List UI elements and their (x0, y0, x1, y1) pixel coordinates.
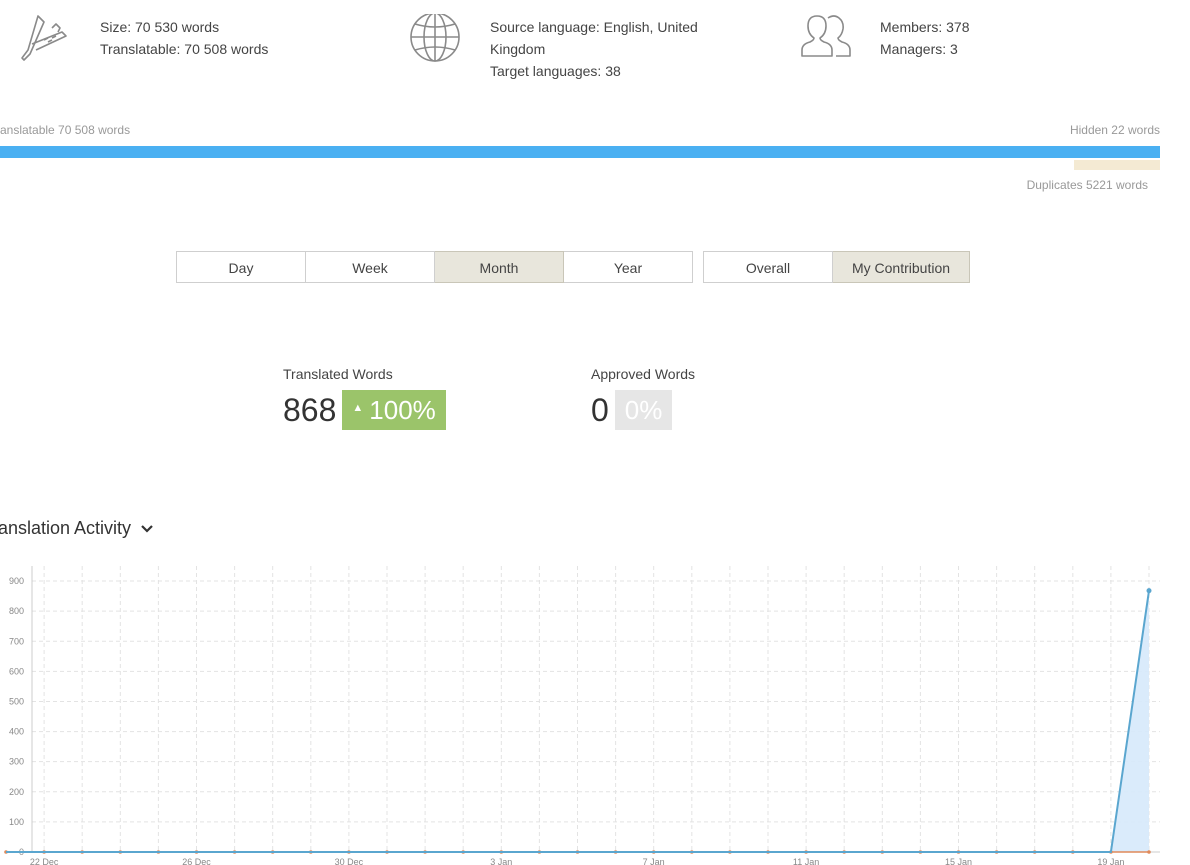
scope-my-contribution-button[interactable]: My Contribution (833, 251, 970, 283)
activity-title[interactable]: ranslation Activity (0, 518, 153, 539)
chart-xtick-label: 7 Jan (643, 857, 665, 865)
progress-track (0, 146, 1160, 158)
progress-fill (0, 146, 1160, 158)
period-toggle: Day Week Month Year (176, 251, 693, 283)
approved-words-value: 0 (591, 391, 609, 428)
period-week-button[interactable]: Week (306, 251, 435, 283)
translated-words-label: Translated Words (283, 366, 393, 382)
translated-change-badge: ▲ 100% (342, 390, 446, 430)
approved-words-metric: Approved Words 0 0% (591, 366, 695, 430)
translatable-label: ranslatable 70 508 words (0, 123, 131, 137)
translated-words-metric: Translated Words 868 ▲ 100% (283, 366, 446, 430)
chart-ytick-label: 800 (9, 606, 24, 616)
managers-count: Managers: 3 (880, 41, 958, 57)
translation-activity-chart: 010020030040050060070080090022 Dec 26 Dec… (4, 566, 1160, 865)
users-icon (798, 14, 854, 68)
period-year-button[interactable]: Year (564, 251, 693, 283)
chart-ytick-label: 300 (9, 757, 24, 767)
project-size: Size: 70 530 words (100, 19, 220, 35)
period-month-button[interactable]: Month (435, 251, 564, 283)
chart-point-translated (1146, 588, 1152, 594)
chart-ytick-label: 200 (9, 787, 24, 797)
activity-title-text: ranslation Activity (0, 518, 132, 538)
chart-ytick-label: 400 (9, 727, 24, 737)
chart-xtick-label: 26 Dec (182, 857, 211, 865)
chart-xtick-label: 3 Jan (490, 857, 512, 865)
scope-overall-button[interactable]: Overall (703, 251, 833, 283)
chart-xtick-label: 30 Dec (335, 857, 364, 865)
chart-ytick-label: 500 (9, 696, 24, 706)
chart-ytick-label: 100 (9, 817, 24, 827)
chart-xtick-label: 19 Jan (1097, 857, 1124, 865)
caliper-icon (18, 14, 70, 70)
chevron-down-icon[interactable] (141, 518, 153, 539)
approved-change-value: 0% (624, 395, 663, 425)
triangle-up-icon: ▲ (352, 402, 364, 415)
duplicates-bar (1074, 160, 1160, 170)
chart-xtick-label: 22 Dec (30, 857, 59, 865)
period-day-button[interactable]: Day (176, 251, 306, 283)
approved-change-badge: 0% (614, 390, 673, 430)
source-language: Source language: English, United Kingdom (490, 19, 698, 57)
hidden-label: Hidden 22 words (1069, 123, 1160, 137)
chart-point-approved (1147, 850, 1151, 854)
members-count: Members: 378 (880, 19, 970, 35)
project-translatable: Translatable: 70 508 words (100, 41, 269, 57)
target-languages: Target languages: 38 (490, 63, 621, 79)
chart-ytick-label: 900 (9, 576, 24, 586)
scope-toggle: Overall My Contribution (703, 251, 970, 283)
globe-icon (408, 12, 462, 74)
translated-change-value: 100% (369, 395, 436, 425)
translated-words-value: 868 (283, 391, 337, 428)
chart-xtick-label: 15 Jan (945, 857, 972, 865)
chart-ytick-label: 700 (9, 636, 24, 646)
duplicates-label: Duplicates 5221 words (1026, 178, 1148, 192)
approved-words-label: Approved Words (591, 366, 696, 382)
chart-ytick-label: 600 (9, 666, 24, 676)
chart-xtick-label: 11 Jan (793, 857, 819, 865)
